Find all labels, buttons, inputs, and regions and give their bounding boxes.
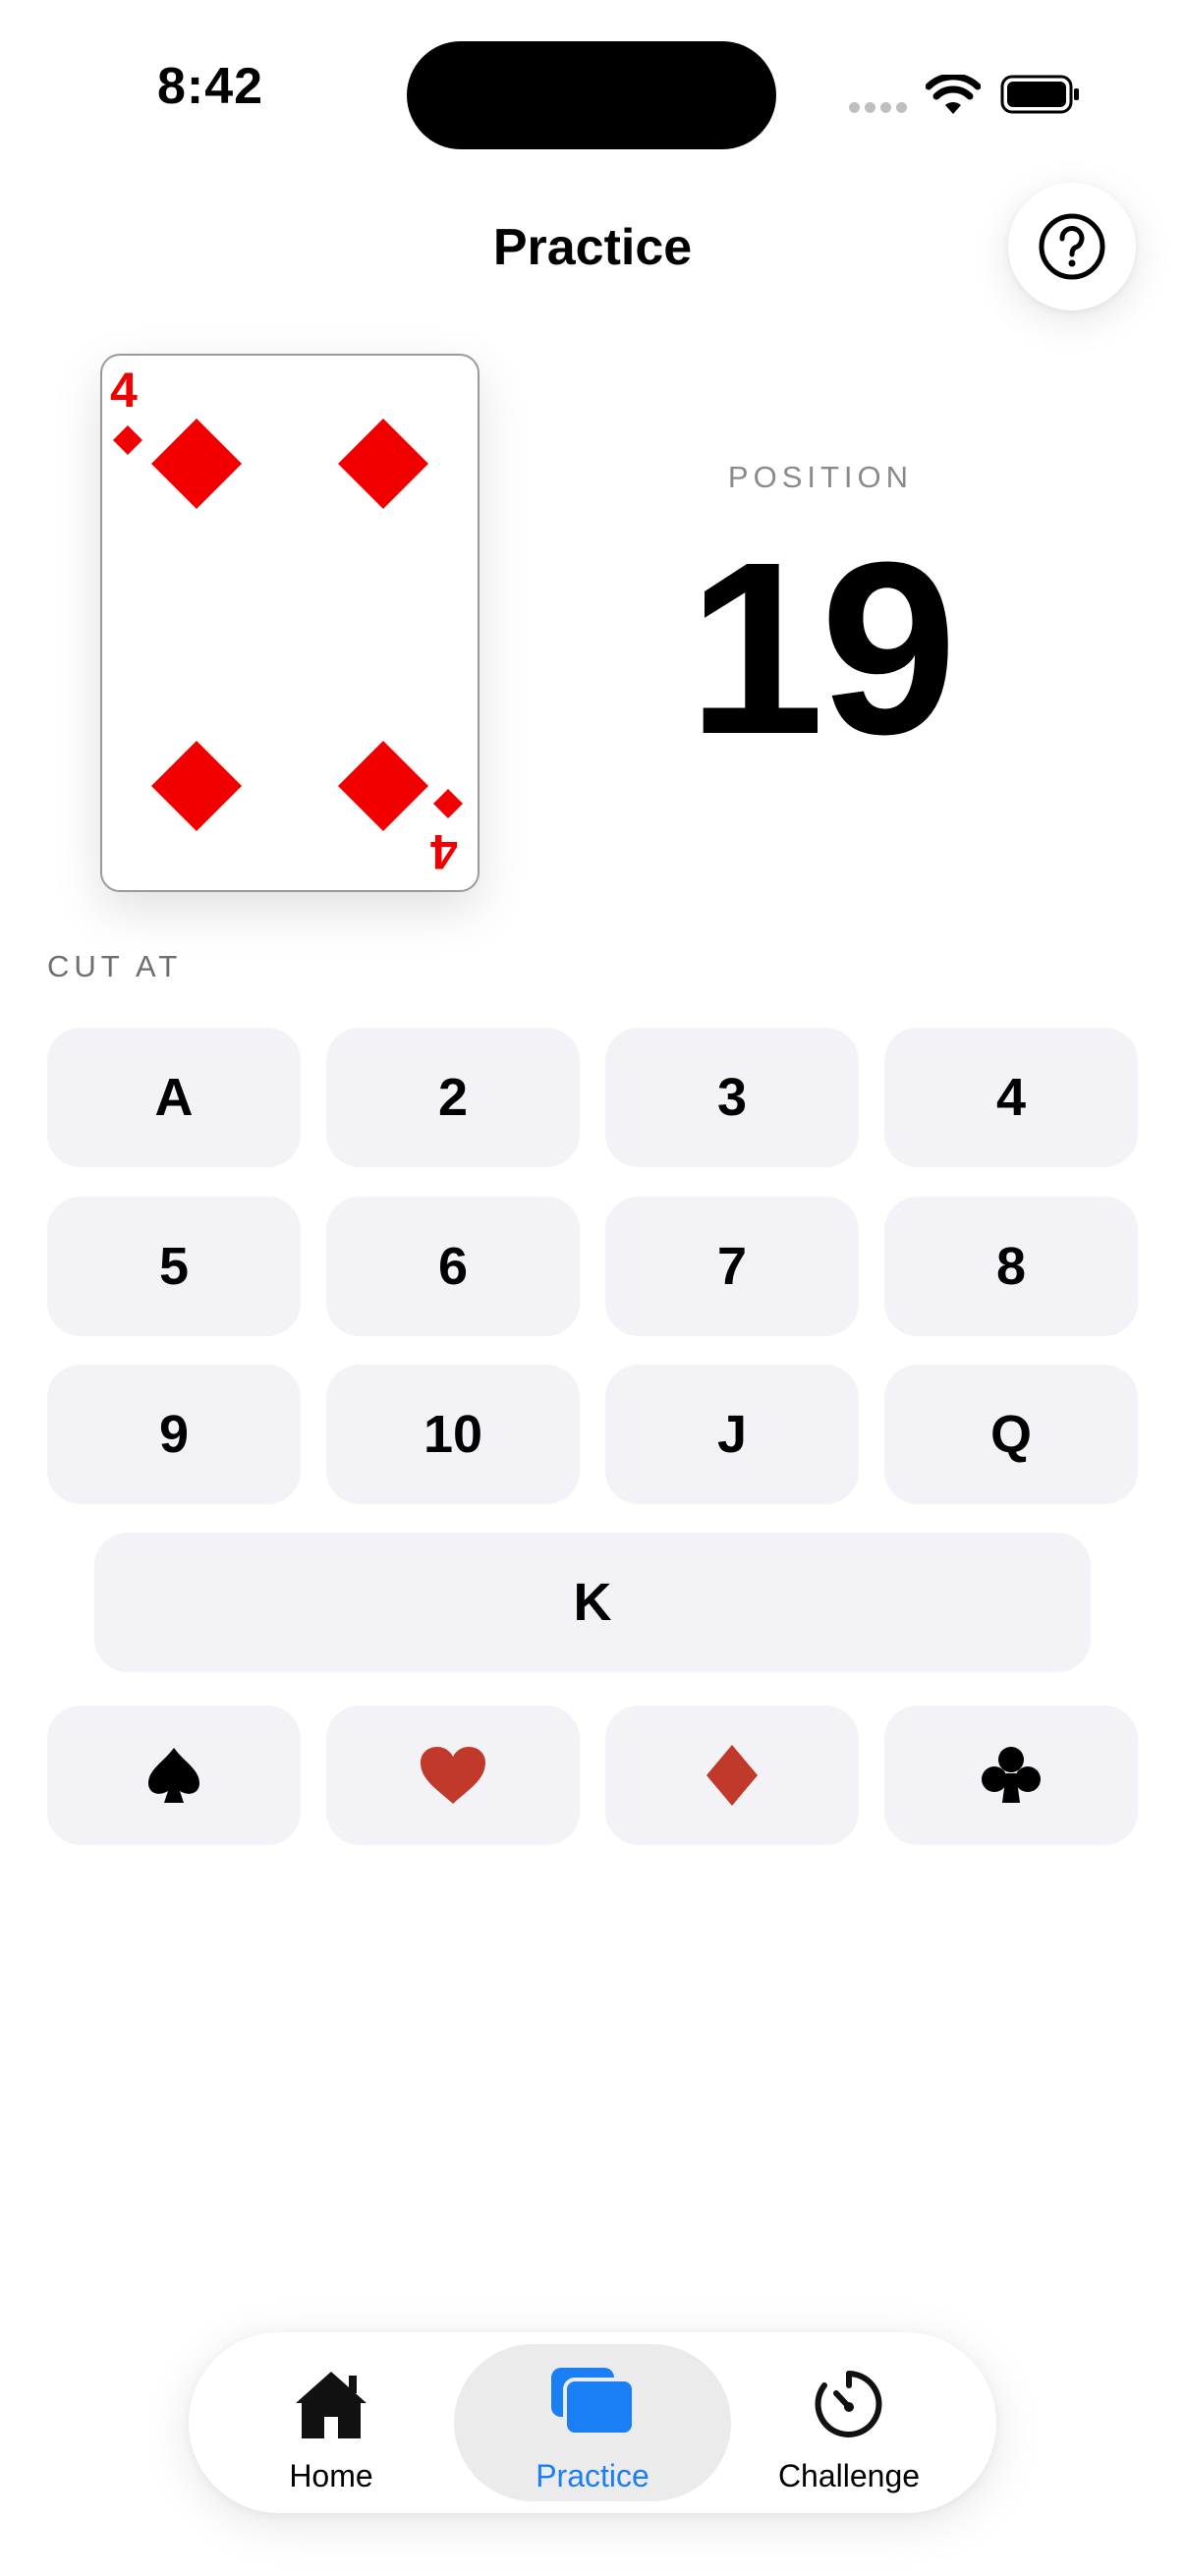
suit-key-diamond[interactable] — [605, 1706, 859, 1845]
rank-key-k[interactable]: K — [94, 1533, 1091, 1672]
dynamic-island — [407, 41, 776, 149]
diamond-icon — [338, 741, 428, 831]
rank-key-2[interactable]: 2 — [326, 1028, 580, 1167]
tab-label-home: Home — [289, 2458, 373, 2493]
suit-key-spade[interactable] — [47, 1706, 301, 1845]
diamond-icon — [338, 419, 428, 509]
cards-icon — [551, 2368, 636, 2436]
rank-key-6[interactable]: 6 — [326, 1197, 580, 1336]
tab-practice[interactable]: Practice — [489, 2344, 696, 2501]
rank-key-a[interactable]: A — [47, 1028, 301, 1167]
diamond-icon — [151, 741, 242, 831]
status-time: 8:42 — [157, 58, 264, 115]
diamond-icon — [706, 1745, 758, 1806]
suit-key-heart[interactable] — [326, 1706, 580, 1845]
diamond-icon — [113, 425, 142, 455]
tab-bar: Home Practice Challenge — [189, 2332, 996, 2513]
club-icon — [982, 1747, 1041, 1803]
diamond-icon — [151, 419, 242, 509]
rank-key-3[interactable]: 3 — [605, 1028, 859, 1167]
tab-home[interactable]: Home — [228, 2344, 434, 2501]
position-label: POSITION — [727, 460, 914, 494]
suit-key-club[interactable] — [884, 1706, 1138, 1845]
card-rank-top: 4 — [110, 363, 138, 418]
wifi-icon — [926, 75, 981, 114]
cut-at-label: CUT AT — [47, 949, 183, 983]
question-mark-icon — [1039, 213, 1105, 280]
help-button[interactable] — [1008, 183, 1136, 310]
rank-key-9[interactable]: 9 — [47, 1365, 301, 1504]
rank-key-7[interactable]: 7 — [605, 1197, 859, 1336]
cellular-signal-icon — [849, 102, 908, 116]
playing-card: 4 4 — [100, 354, 480, 892]
heart-icon — [421, 1747, 485, 1804]
home-icon — [296, 2372, 367, 2438]
position-value: 19 — [687, 511, 957, 785]
tab-label-challenge: Challenge — [777, 2458, 921, 2493]
diamond-icon — [433, 789, 463, 818]
card-rank-bottom: 4 — [430, 824, 458, 879]
rank-key-4[interactable]: 4 — [884, 1028, 1138, 1167]
rank-key-j[interactable]: J — [605, 1365, 859, 1504]
battery-icon — [1000, 75, 1079, 114]
tab-label-practice: Practice — [536, 2458, 649, 2493]
spade-icon — [148, 1748, 199, 1803]
timer-icon — [815, 2371, 882, 2437]
rank-key-8[interactable]: 8 — [884, 1197, 1138, 1336]
rank-key-10[interactable]: 10 — [326, 1365, 580, 1504]
rank-key-q[interactable]: Q — [884, 1365, 1138, 1504]
tab-challenge[interactable]: Challenge — [741, 2344, 957, 2501]
rank-key-5[interactable]: 5 — [47, 1197, 301, 1336]
